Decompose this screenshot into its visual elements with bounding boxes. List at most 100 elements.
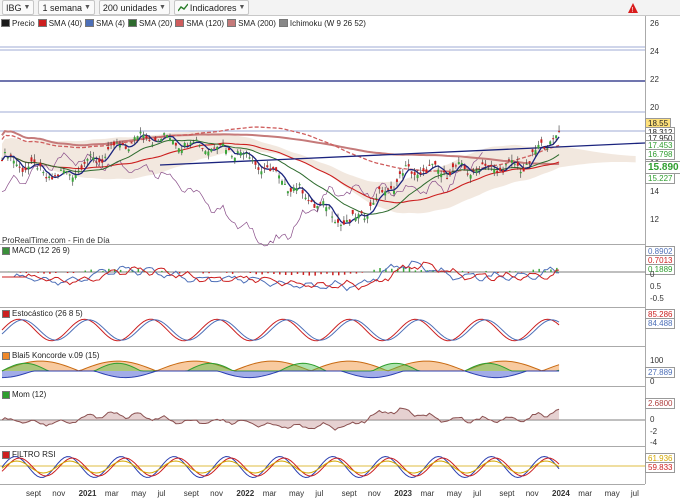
momentum-title: Mom (12) — [2, 390, 46, 399]
candle-body — [233, 157, 236, 162]
candle-body — [449, 171, 451, 176]
koncorde-axis-label: 0 — [650, 377, 655, 386]
candle-body — [393, 190, 395, 194]
macd-histogram-bar — [231, 272, 234, 274]
candle-body — [316, 205, 319, 209]
candle-body — [210, 148, 213, 152]
candle-body — [6, 157, 9, 159]
candle-body — [174, 142, 177, 146]
macd-histogram-bar — [302, 272, 305, 275]
time-axis-label: jul — [315, 489, 324, 498]
momentum-axis-label: 0 — [650, 415, 655, 424]
candle-body — [101, 159, 104, 163]
candle-body — [266, 165, 269, 168]
macd-histogram-bar — [149, 271, 151, 272]
candle-body — [460, 163, 463, 165]
candle-body — [369, 202, 372, 207]
candle-body — [45, 177, 48, 179]
macd-histogram-bar — [90, 269, 92, 272]
candle-body — [21, 167, 24, 172]
time-axis-label: may — [289, 489, 305, 498]
price-axis-label: 24 — [650, 47, 659, 56]
candle-body — [348, 219, 351, 222]
rsi-panel — [0, 455, 645, 479]
candle-body — [428, 164, 431, 166]
candle-body — [68, 174, 71, 176]
candle-body — [9, 154, 12, 156]
candle-body — [248, 157, 251, 159]
macd-histogram-bar — [520, 272, 523, 273]
momentum-axis-label: -2 — [650, 427, 658, 436]
candle-body — [537, 144, 540, 149]
macd-histogram-bar — [508, 270, 511, 272]
candle-body — [222, 143, 225, 147]
candle-body — [192, 141, 195, 143]
time-axis-label: mar — [104, 489, 119, 498]
candle-body — [298, 184, 301, 186]
rsi-title: FILTRO RSI — [2, 450, 55, 459]
candle-body — [124, 146, 127, 149]
candle-body — [286, 191, 289, 194]
data-source-label: ProRealTime.com - Fin de Día — [2, 236, 110, 245]
time-axis-label: nov — [210, 489, 223, 498]
candle-body — [478, 170, 481, 172]
macd-histogram-bar — [544, 270, 546, 272]
stochastic-d-value: 84.488 — [645, 318, 676, 329]
stochastic-panel — [1, 318, 560, 342]
candle-body — [322, 201, 325, 205]
macd-axis-label: 0.5 — [650, 282, 662, 291]
macd-histogram-bar — [320, 272, 322, 275]
candle-body — [89, 154, 92, 156]
macd-histogram-bar — [43, 272, 45, 274]
time-axis-label: nov — [367, 489, 381, 498]
candle-body — [107, 146, 110, 150]
candle-body — [295, 188, 298, 191]
candle-body — [92, 157, 95, 160]
candle-body — [534, 150, 537, 155]
macd-histogram-bar — [249, 272, 252, 274]
candle-body — [27, 166, 30, 170]
macd-histogram-bar — [49, 272, 51, 274]
candle-body — [463, 165, 466, 169]
candle-body — [83, 161, 86, 164]
macd-histogram-bar — [161, 270, 163, 272]
candle-body — [543, 146, 546, 149]
macd-histogram-bar — [226, 272, 228, 273]
candle-body — [213, 147, 216, 149]
candle-body — [292, 187, 295, 191]
candle-body — [1, 160, 3, 162]
candle-body — [416, 174, 419, 179]
candle-body — [251, 160, 254, 162]
candle-body — [431, 163, 434, 165]
candle-body — [328, 207, 331, 209]
candle-body — [242, 153, 245, 155]
candle-body — [48, 176, 51, 178]
candle-body — [160, 139, 163, 142]
candle-body — [142, 134, 145, 138]
macd-histogram-bar — [414, 270, 417, 272]
candle-body — [490, 164, 493, 167]
macd-histogram-bar — [19, 272, 22, 273]
candle-body — [398, 171, 401, 175]
candle-body — [546, 148, 549, 150]
candle-body — [139, 131, 142, 134]
candle-body — [18, 166, 21, 168]
time-axis-label: nov — [52, 489, 66, 498]
candle-body — [375, 197, 378, 199]
candle-body — [98, 158, 101, 163]
candle-body — [446, 177, 449, 179]
macd-histogram-bar — [84, 270, 87, 272]
candle-body — [57, 174, 59, 176]
price-badge: 15.227 — [645, 173, 676, 184]
candle-body — [307, 200, 310, 202]
macd-axis-label: -0.5 — [650, 294, 664, 303]
macd-histogram-bar — [349, 272, 352, 274]
candle-body — [121, 142, 124, 145]
candle-body — [552, 138, 555, 140]
time-axis-label: may — [131, 489, 147, 498]
candle-body — [216, 146, 219, 150]
candle-body — [366, 216, 369, 219]
oscillator-line — [2, 261, 560, 291]
candle-body — [528, 161, 531, 163]
macd-histogram-bar — [391, 268, 393, 272]
